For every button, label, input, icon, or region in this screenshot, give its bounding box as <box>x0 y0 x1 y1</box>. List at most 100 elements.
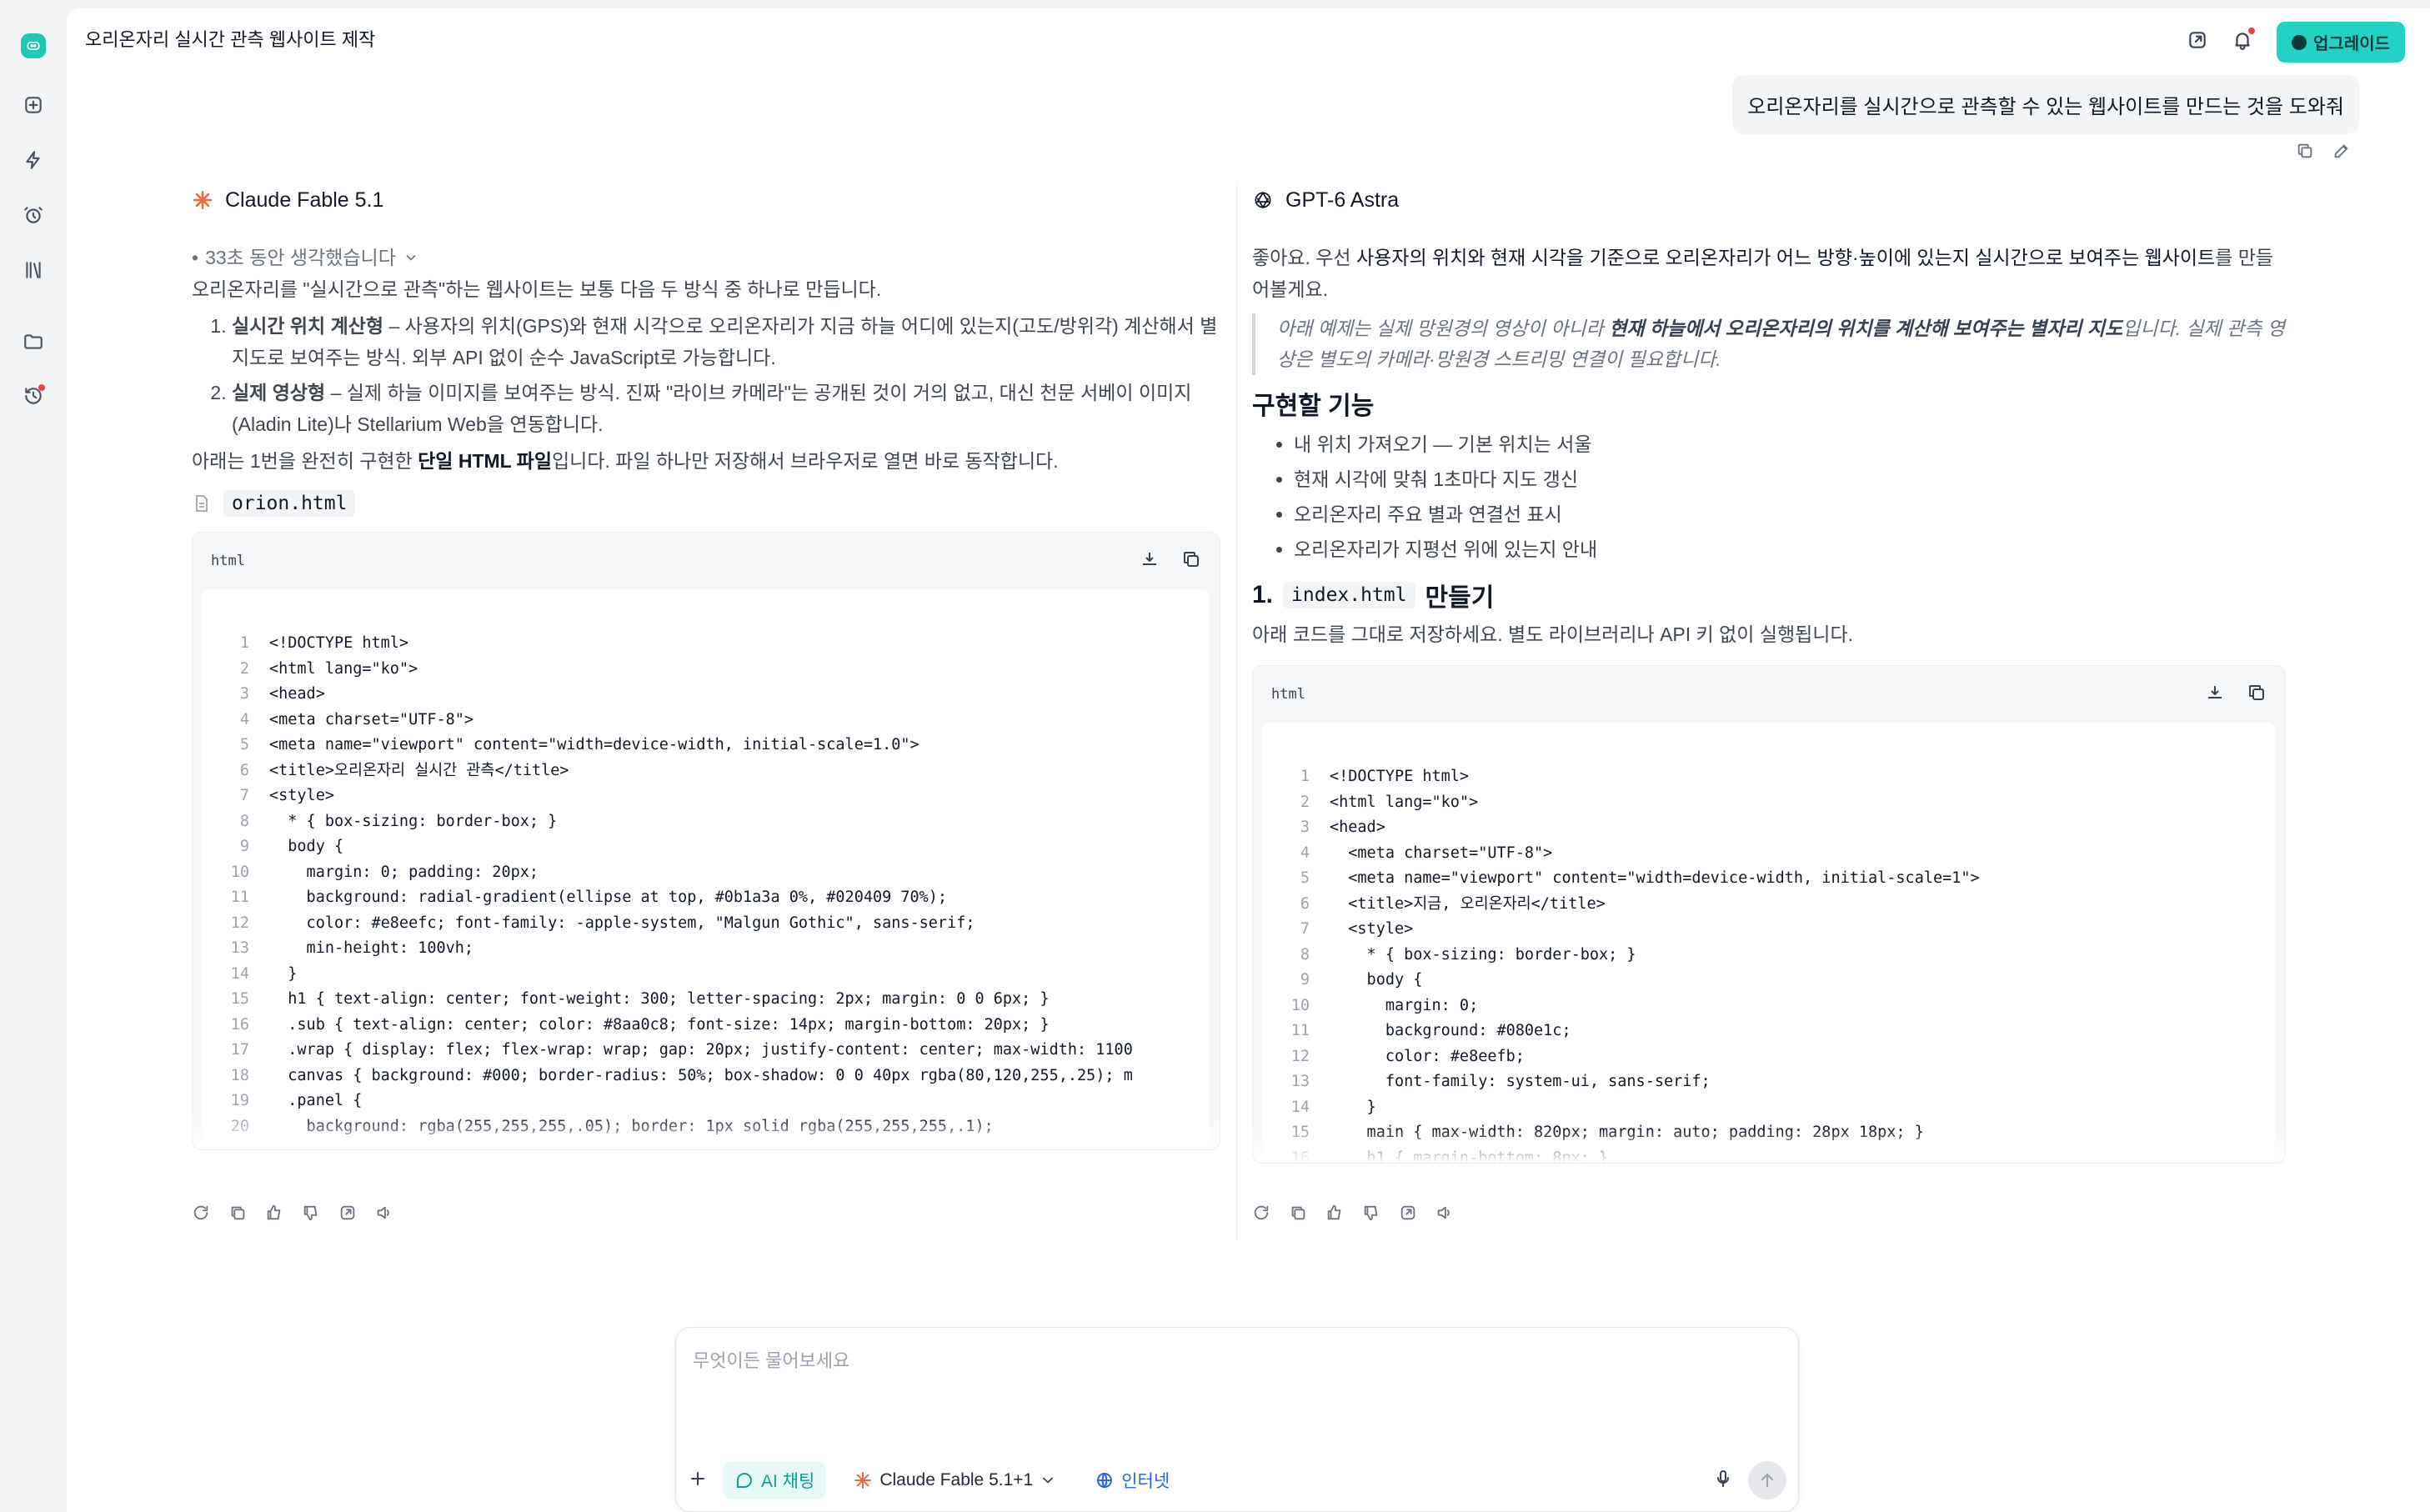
line-number: 13 <box>1290 1073 1310 1090</box>
code-line: 6 <title>지금, 오리온자리</title> <box>1263 892 2275 918</box>
code-line: 2 <html lang="ko"> <box>203 657 1210 683</box>
bullet: • <box>192 247 199 268</box>
features-heading: 구현할 기능 <box>1252 393 1375 420</box>
code-line: 8 * { box-sizing: border-box; } <box>1263 943 2275 969</box>
code-text: <html lang="ko"> <box>269 659 418 678</box>
alarm-clock-icon[interactable] <box>17 198 50 232</box>
column-divider <box>1236 183 1237 1242</box>
line-number: 13 <box>230 939 249 957</box>
code-text: <style> <box>269 787 334 804</box>
code-text: <title>오리온자리 실시간 관측</title> <box>269 761 569 779</box>
code-text: <meta charset="UTF-8"> <box>1330 844 1553 862</box>
step-heading: 1. index.html 만들기 <box>1252 577 2290 613</box>
ai-chat-chip[interactable]: AI 채팅 <box>723 1461 827 1499</box>
code-line: 4 <meta charset="UTF-8"> <box>1263 841 2275 867</box>
internet-chip-label: 인터넷 <box>1121 1472 1170 1491</box>
code-line: 11 background: #080e1c; <box>1263 1019 2275 1044</box>
code-line: 8 * { box-sizing: border-box; } <box>203 809 1210 835</box>
code-text: h1 { text-align: center; font-weight: 30… <box>269 990 1050 1008</box>
step-title: 만들기 <box>1425 584 1495 612</box>
lightning-icon[interactable] <box>17 143 50 177</box>
line-number: 11 <box>1290 1022 1310 1039</box>
regenerate-icon[interactable] <box>1252 1204 1270 1226</box>
edit-icon[interactable] <box>2332 142 2351 164</box>
summary-post: 입니다. 파일 하나만 저장해서 브라우저로 열면 바로 동작합니다. <box>552 450 1059 472</box>
code-line: 7 <style> <box>1263 917 2275 943</box>
chat-bubble-icon <box>737 1473 752 1488</box>
bell-icon[interactable] <box>2232 28 2255 55</box>
line-number: 8 <box>1300 945 1310 964</box>
microphone-icon[interactable] <box>1713 1469 1733 1493</box>
right-code-block: html 1 <!DOCTYPE html> 2 <html lang="ko"> 3 <… <box>1252 665 2286 1164</box>
right-intro: 좋아요. 우선 사용자의 위치와 현재 시각을 기준으로 오리온자리가 어느 방… <box>1252 242 2290 305</box>
thumbs-down-icon[interactable] <box>302 1204 320 1226</box>
copy-icon[interactable] <box>2296 142 2314 164</box>
claude-spark-icon <box>854 1472 872 1489</box>
share-icon[interactable] <box>338 1204 357 1226</box>
gift-icon <box>2292 34 2307 50</box>
line-number: 11 <box>230 889 249 906</box>
plus-icon[interactable] <box>688 1469 708 1493</box>
line-number: 12 <box>230 914 249 932</box>
regenerate-icon[interactable] <box>192 1204 210 1226</box>
code-line: 15 h1 { text-align: center; font-weight:… <box>203 987 1210 1013</box>
code-text: <meta name="viewport" content="width=dev… <box>1330 869 1980 887</box>
upgrade-button[interactable]: 업그레이드 <box>2277 22 2405 63</box>
send-button[interactable] <box>1748 1461 1786 1499</box>
code-line: 14 } <box>1263 1095 2275 1121</box>
model-selector[interactable]: Claude Fable 5.1+1 <box>841 1464 1068 1497</box>
copy-code-icon[interactable] <box>2247 683 2267 707</box>
new-chat-icon[interactable] <box>17 88 50 122</box>
code-body: 1 <!DOCTYPE html> 2 <html lang="ko"> 3 <head>… <box>1263 723 2275 1163</box>
main-panel: 오리온자리 실시간 관측 웹사이트 제작 업그레이드 오리온자리를 실시간으로 … <box>67 8 2430 1512</box>
right-model-header: GPT-6 Astra <box>1252 183 2290 217</box>
copy-icon[interactable] <box>228 1204 247 1226</box>
download-icon[interactable] <box>1140 549 1160 573</box>
left-summary: 아래는 1번을 완전히 구현한 단일 HTML 파일입니다. 파일 하나만 저장… <box>192 445 1225 477</box>
item-title: 실시간 위치 계산형 <box>232 315 384 337</box>
share-icon[interactable] <box>2187 29 2208 55</box>
thumbs-up-icon[interactable] <box>265 1204 283 1226</box>
speaker-icon[interactable] <box>375 1204 393 1226</box>
speaker-icon[interactable] <box>1435 1204 1454 1226</box>
message-input[interactable]: 무엇이든 물어보세요 <box>693 1346 849 1373</box>
line-number: 2 <box>239 659 249 678</box>
history-icon[interactable] <box>17 379 50 413</box>
folder-icon[interactable] <box>17 325 50 358</box>
summary-pre: 아래는 1번을 완전히 구현한 <box>192 450 418 472</box>
line-number: 4 <box>1300 844 1310 862</box>
code-line: 9 body { <box>1263 968 2275 994</box>
left-rail <box>0 0 67 1512</box>
chevron-down-icon <box>1043 1477 1054 1484</box>
claude-spark-icon <box>193 190 213 210</box>
line-number: 16 <box>230 1015 249 1034</box>
code-line: 5 <meta name="viewport" content="width=de… <box>203 733 1210 759</box>
line-number: 10 <box>230 863 249 881</box>
app-logo-icon[interactable] <box>21 33 46 58</box>
thumbs-up-icon[interactable] <box>1325 1204 1344 1226</box>
line-number: 17 <box>230 1041 249 1059</box>
internet-toggle[interactable]: 인터넷 <box>1083 1461 1181 1499</box>
copy-icon[interactable] <box>1289 1204 1307 1226</box>
share-icon[interactable] <box>1399 1204 1417 1226</box>
line-number: 3 <box>239 685 249 703</box>
filename: orion.html <box>223 490 356 517</box>
code-text: .sub { text-align: center; color: #8aa0c… <box>269 1015 1050 1034</box>
code-line: 1 <!DOCTYPE html> <box>1263 764 2275 790</box>
line-number: 18 <box>230 1066 249 1084</box>
library-icon[interactable] <box>17 253 50 287</box>
download-icon[interactable] <box>2205 683 2225 707</box>
right-model-name: GPT-6 Astra <box>1285 188 1400 212</box>
line-number: 1 <box>239 634 249 652</box>
list-item: 실제 영상형 – 실제 하늘 이미지를 보여주는 방식. 진짜 "라이브 카메라… <box>232 377 1225 440</box>
thinking-toggle[interactable]: • 33초 동안 생각했습니다 <box>192 242 1225 273</box>
thumbs-down-icon[interactable] <box>1362 1204 1380 1226</box>
copy-code-icon[interactable] <box>1181 549 1201 573</box>
chevron-down-icon <box>406 254 416 261</box>
left-model-header: Claude Fable 5.1 <box>192 183 1225 217</box>
line-number: 8 <box>239 812 249 830</box>
code-text: margin: 0; padding: 20px; <box>269 863 539 881</box>
list-item: 오리온자리가 지평선 위에 있는지 안내 <box>1294 532 2290 567</box>
list-item: 내 위치 가져오기 — 기본 위치는 서울 <box>1294 427 2290 462</box>
code-line: 17 .wrap { display: flex; flex-wrap: wra… <box>203 1038 1210 1064</box>
